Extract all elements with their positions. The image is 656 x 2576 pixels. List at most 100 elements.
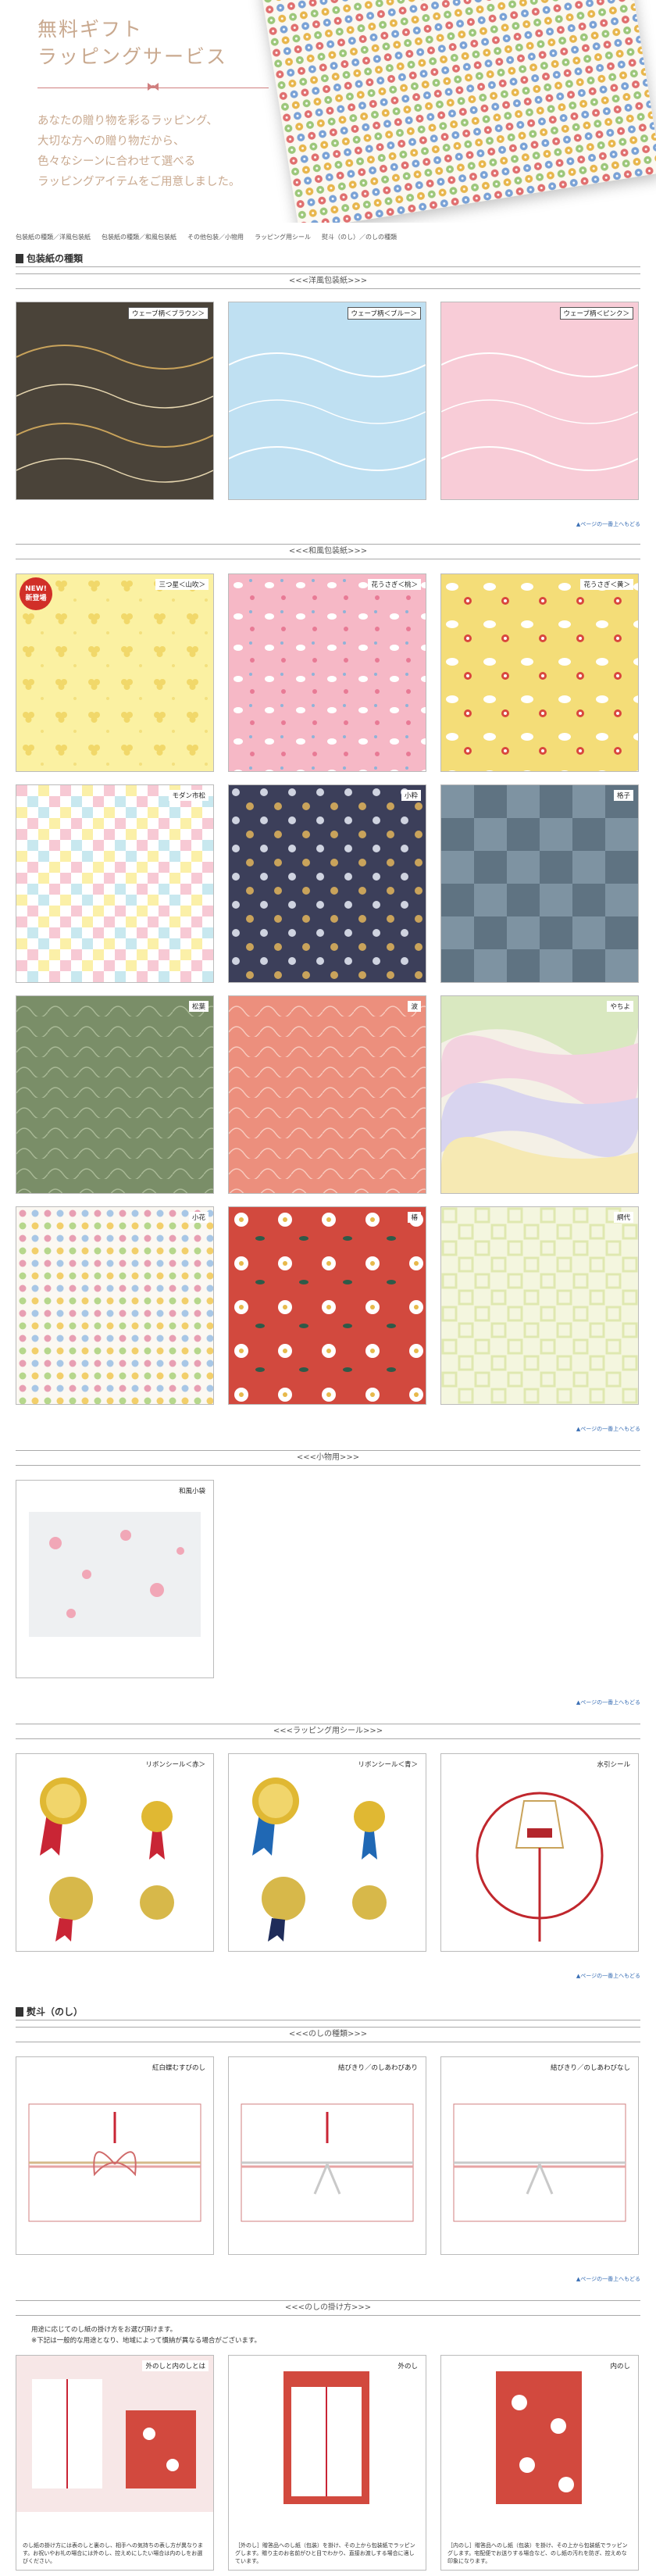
page-top-link[interactable]: ▲ページの一番上へもどる <box>562 1699 640 1706</box>
matsuba-swatch <box>16 996 213 1193</box>
paper-label: 三つ星＜山吹＞ <box>155 579 209 590</box>
paper-label: 松葉 <box>188 1001 209 1012</box>
hanausagi-yellow-swatch <box>441 574 638 771</box>
hero-text-line: ラッピングアイテムをご用意しました。 <box>37 176 241 188</box>
paper-card-ajiro[interactable]: 網代 <box>440 1206 639 1405</box>
paper-card-koshi[interactable]: 格子 <box>440 784 639 983</box>
ribbon-seal-blue-image <box>229 1754 426 1951</box>
breadcrumb: 包装紙の種類／洋風包装紙 包装紙の種類／和風包装紙 その他包装／小物用 ラッピン… <box>16 233 640 241</box>
breadcrumb-link[interactable]: ラッピング用シール <box>255 233 311 241</box>
wave-brown-swatch <box>16 302 213 499</box>
wafu-kobukuro-image <box>16 1481 213 1677</box>
paper-card-western-blue[interactable]: ウェーブ柄＜ブルー＞ <box>228 302 426 500</box>
noshi-card-musubikiri-noawabi[interactable]: 結びきり／のしあわびなし <box>440 2056 639 2255</box>
page-top-link[interactable]: ▲ページの一番上へもどる <box>562 2275 640 2283</box>
breadcrumb-link[interactable]: 熨斗（のし）／のしの種類 <box>322 233 397 241</box>
small-item-label: 和風小袋 <box>175 1485 209 1496</box>
paper-card-koiki[interactable]: 小粋 <box>228 784 426 983</box>
breadcrumb-link[interactable]: その他包装／小物用 <box>187 233 244 241</box>
hero-title-line2: ラッピングサービス <box>37 45 228 68</box>
ajiro-swatch <box>441 1207 638 1404</box>
paper-label: 花うさぎ＜黄＞ <box>580 579 633 590</box>
subsection-noshi-how: <<<のしの掛け方>>> <box>16 2300 640 2316</box>
noshi-outer-image <box>229 2356 426 2512</box>
noshi-label: 紅白蝶むすびのし <box>148 2062 209 2073</box>
seal-card-mizuhiki[interactable]: 水引シール <box>440 1753 639 1952</box>
paper-label: 網代 <box>613 1212 633 1223</box>
noshi-how-note: 用途に応じてのし紙の掛け方をお選び頂けます。 <box>31 2326 177 2334</box>
wave-pink-swatch <box>441 302 638 499</box>
noshi-how-label: 外のしと内のしとは <box>142 2360 209 2371</box>
noshi-how-description: ［内のし］贈答品へのし紙（包装）を掛け、その上から包装紙でラッピングします。宅配… <box>447 2542 628 2564</box>
noshi-musubikiri-noawabi-image <box>441 2057 638 2254</box>
noshi-how-description: ［外のし］贈答品へのし紙（包装）を掛け、その上から包装紙でラッピングします。贈り… <box>235 2542 415 2564</box>
noshi-how-card-outer-inner[interactable]: 外のしと内のしとは のし紙の掛け方には表のしと裏のし、相手への気持ちの表し方が異… <box>16 2355 214 2571</box>
page-top-link[interactable]: ▲ページの一番上へもどる <box>562 520 640 528</box>
noshi-chomusubi-image <box>16 2057 213 2254</box>
new-badge-line2: 新登場 <box>25 595 47 602</box>
seal-card-ribbon-blue[interactable]: リボンシール＜青＞ <box>228 1753 426 1952</box>
noshi-label: 結びきり／のしあわびなし <box>547 2062 633 2073</box>
modern-ichimatsu-swatch <box>16 785 213 982</box>
breadcrumb-link[interactable]: 包装紙の種類／洋風包装紙 <box>16 233 91 241</box>
paper-label: 小花 <box>188 1212 209 1223</box>
hero-description: あなたの贈り物を彩るラッピング、 大切な方への贈り物だから、 色々なシーンに合わ… <box>37 111 241 192</box>
subsection-japanese: <<<和風包装紙>>> <box>16 544 640 559</box>
koshi-swatch <box>441 785 638 982</box>
subsection-western: <<<洋風包装紙>>> <box>16 273 640 289</box>
hero-title-line1: 無料ギフト <box>37 18 144 41</box>
noshi-how-card-inner[interactable]: 内のし ［内のし］贈答品へのし紙（包装）を掛け、その上から包装紙でラッピングしま… <box>440 2355 639 2571</box>
paper-card-modern-ichimatsu[interactable]: モダン市松 <box>16 784 214 983</box>
new-badge-line1: NEW! <box>25 585 47 593</box>
tsubaki-swatch <box>229 1207 426 1404</box>
paper-label: ウェーブ柄＜ブラウン＞ <box>128 307 209 320</box>
hero-title: 無料ギフト ラッピングサービス <box>37 16 227 70</box>
seal-label: 水引シール <box>594 1759 633 1770</box>
paper-card-nami[interactable]: 波 <box>228 995 426 1194</box>
noshi-card-musubikiri-awabi[interactable]: 結びきり／のしあわびあり <box>228 2056 426 2255</box>
noshi-how-label: 内のし <box>607 2360 633 2371</box>
subsection-small: <<<小物用>>> <box>16 1450 640 1466</box>
wave-blue-swatch <box>229 302 426 499</box>
paper-card-western-pink[interactable]: ウェーブ柄＜ピンク＞ <box>440 302 639 500</box>
paper-card-tsubaki[interactable]: 椿 <box>228 1206 426 1405</box>
ribbon-seal-red-image <box>16 1754 213 1951</box>
noshi-how-description: のし紙の掛け方には表のしと裏のし、相手への気持ちの表し方が異なります。お祝いやお… <box>23 2542 203 2564</box>
section-title-wrapping: 包装紙の種類 <box>16 252 640 267</box>
paper-card-yachiyo[interactable]: やちよ <box>440 995 639 1194</box>
paper-label: やちよ <box>607 1001 633 1012</box>
new-badge: NEW! 新登場 <box>20 577 52 610</box>
paper-card-hanausagi-peach[interactable]: 花うさぎ＜桃＞ <box>228 573 426 772</box>
seal-label: リボンシール＜青＞ <box>355 1759 421 1770</box>
hero-wrapping-paper-image <box>259 0 656 223</box>
hero-text-line: 色々なシーンに合わせて選べる <box>37 155 196 168</box>
paper-label: ウェーブ柄＜ブルー＞ <box>347 307 421 320</box>
paper-card-mitsuboshi[interactable]: NEW! 新登場 三つ星＜山吹＞ <box>16 573 214 772</box>
page-top-link[interactable]: ▲ページの一番上へもどる <box>562 1425 640 1433</box>
paper-card-kobana[interactable]: 小花 <box>16 1206 214 1405</box>
paper-label: 椿 <box>408 1212 421 1223</box>
paper-label: 波 <box>408 1001 421 1012</box>
paper-card-matsuba[interactable]: 松葉 <box>16 995 214 1194</box>
noshi-card-chomusubi[interactable]: 紅白蝶むすびのし <box>16 2056 214 2255</box>
hero-banner: 無料ギフト ラッピングサービス あなたの贈り物を彩るラッピング、 大切な方への贈… <box>0 0 656 223</box>
section-title-noshi: 熨斗（のし） <box>16 2005 640 2020</box>
breadcrumb-link[interactable]: 包装紙の種類／和風包装紙 <box>102 233 176 241</box>
nami-swatch <box>229 996 426 1193</box>
page-top-link[interactable]: ▲ページの一番上へもどる <box>562 1972 640 1980</box>
subsection-seals: <<<ラッピング用シール>>> <box>16 1724 640 1739</box>
noshi-how-label: 外のし <box>394 2360 421 2371</box>
paper-label: モダン市松 <box>169 790 209 801</box>
yachiyo-swatch <box>441 996 638 1193</box>
paper-label: 花うさぎ＜桃＞ <box>368 579 421 590</box>
small-item-card-wafu-kobukuro[interactable]: 和風小袋 <box>16 1480 214 1678</box>
subsection-noshi-kinds: <<<のしの種類>>> <box>16 2027 640 2042</box>
hanausagi-peach-swatch <box>229 574 426 771</box>
paper-card-hanausagi-yellow[interactable]: 花うさぎ＜黄＞ <box>440 573 639 772</box>
noshi-how-note: ※下記は一般的な用途となり、地域によって慣納が異なる場合がございます。 <box>31 2337 262 2345</box>
mizuhiki-seal-image <box>441 1754 638 1951</box>
seal-card-ribbon-red[interactable]: リボンシール＜赤＞ <box>16 1753 214 1952</box>
paper-label: ウェーブ柄＜ピンク＞ <box>559 307 633 320</box>
paper-card-western-brown[interactable]: ウェーブ柄＜ブラウン＞ <box>16 302 214 500</box>
noshi-how-card-outer[interactable]: 外のし ［外のし］贈答品へのし紙（包装）を掛け、その上から包装紙でラッピングしま… <box>228 2355 426 2571</box>
